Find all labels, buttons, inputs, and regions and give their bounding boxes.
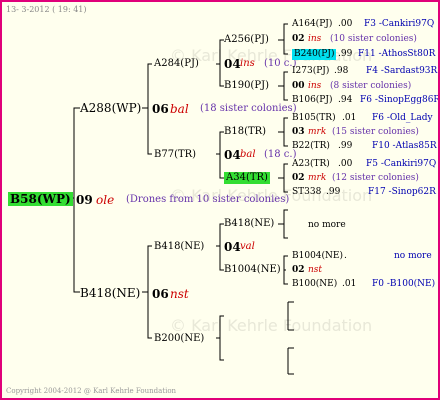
g4-insemination: nst (308, 265, 323, 275)
g4-origin: F6 -SinopEgg86R (360, 95, 440, 105)
g4-value: .99 (338, 49, 353, 59)
root-generation: 09 (76, 193, 93, 207)
g4-value: .00 (338, 19, 353, 29)
g1-note: (18 sister colonies) (200, 103, 297, 114)
g4-insemination: mrk (308, 127, 327, 137)
g4-bee: B1004(NE) (292, 251, 343, 261)
g2-generation: 04 (224, 240, 241, 254)
g4-origin: F10 -Atlas85R (372, 141, 437, 151)
g4-origin: F0 -B100(NE) (372, 279, 436, 289)
g3-bee: B418(NE) (224, 218, 275, 229)
g4-value: .01 (342, 279, 357, 289)
g4-generation: 02 (292, 265, 305, 275)
header-date: 13- 3-2012 ( 19: 41) (6, 5, 87, 14)
g2-insemination: val (240, 241, 255, 252)
g4-origin: F5 -Cankiri97Q (366, 159, 437, 169)
g4-value: .99 (326, 187, 341, 197)
g2-bee: A284(PJ) (154, 58, 199, 69)
g3-bee: A34(TR) (224, 172, 270, 184)
g2-generation: 04 (224, 148, 241, 162)
g4-value: .01 (342, 113, 357, 123)
g1-insemination: nst (170, 287, 189, 301)
g1-insemination: bal (170, 102, 189, 116)
g4-generation: 03 (292, 127, 305, 137)
g4-note: (10 sister colonies) (330, 34, 417, 44)
g4-note: (12 sister colonies) (332, 173, 419, 183)
g4-value: .94 (338, 95, 353, 105)
g4-generation: 02 (292, 173, 305, 183)
g2-bee: B77(TR) (154, 149, 197, 160)
g3-bee: B190(PJ) (224, 80, 269, 91)
g4-bee: B240(PJ) (292, 49, 337, 60)
root-bee: B58(WP) (8, 192, 73, 206)
g4-value: .98 (334, 66, 349, 76)
g4-origin: F3 -Cankiri97Q (364, 19, 435, 29)
g4-value: . (344, 251, 347, 261)
g4-insemination: mrk (308, 173, 327, 183)
g4-bee: ST338 (292, 187, 322, 197)
g4-insemination: ins (308, 34, 322, 44)
g2-insemination: ins (240, 58, 255, 69)
g2-bee: B200(NE) (154, 333, 205, 344)
g4-bee: B106(PJ) (292, 95, 333, 105)
g1-bee: B418(NE) (80, 286, 141, 300)
g2-insemination: bal (240, 149, 256, 160)
g4-origin: F4 -Sardast93R (366, 66, 438, 76)
g1-bee: A288(WP) (80, 101, 142, 115)
g4-bee: I273(PJ) (292, 66, 330, 76)
g4-bee: B105(TR) (292, 113, 336, 123)
root-drone-note: (Drones from 10 sister colonies) (126, 194, 290, 205)
g4-bee: A23(TR) (292, 159, 330, 169)
g4-note: (15 sister colonies) (332, 127, 419, 137)
g2-bee: B418(NE) (154, 241, 205, 252)
g4-note: (8 sister colonies) (330, 81, 412, 91)
g4-bee: B100(NE) (292, 279, 338, 289)
g4-origin: F17 -Sinop62R (368, 187, 436, 197)
g4-bee: A164(PJ) (292, 19, 333, 29)
g4-note: no more (308, 220, 346, 230)
g4-insemination: ins (308, 81, 322, 91)
g3-bee: A256(PJ) (224, 34, 269, 45)
g4-origin: F11 -AthosSt80R (358, 49, 436, 59)
g4-bee: B22(TR) (292, 141, 330, 151)
copyright-footer: Copyright 2004-2012 @ Karl Kehrle Founda… (6, 387, 177, 395)
g1-generation: 06 (152, 102, 169, 116)
root-insemination: ole (96, 193, 115, 207)
g1-generation: 06 (152, 287, 169, 301)
g2-generation: 04 (224, 57, 241, 71)
g3-bee: B18(TR) (224, 126, 267, 137)
g4-origin: F6 -Old_Lady (372, 113, 433, 123)
g4-generation: 02 (292, 34, 305, 44)
g4-generation: 00 (292, 81, 305, 91)
g4-origin: no more (394, 251, 432, 261)
g4-value: .00 (338, 159, 353, 169)
pedigree-chart: © Karl Kehrle Foundation © Karl Kehrle F… (0, 0, 440, 400)
g3-bee: B1004(NE) (224, 264, 281, 275)
g4-value: .99 (338, 141, 353, 151)
